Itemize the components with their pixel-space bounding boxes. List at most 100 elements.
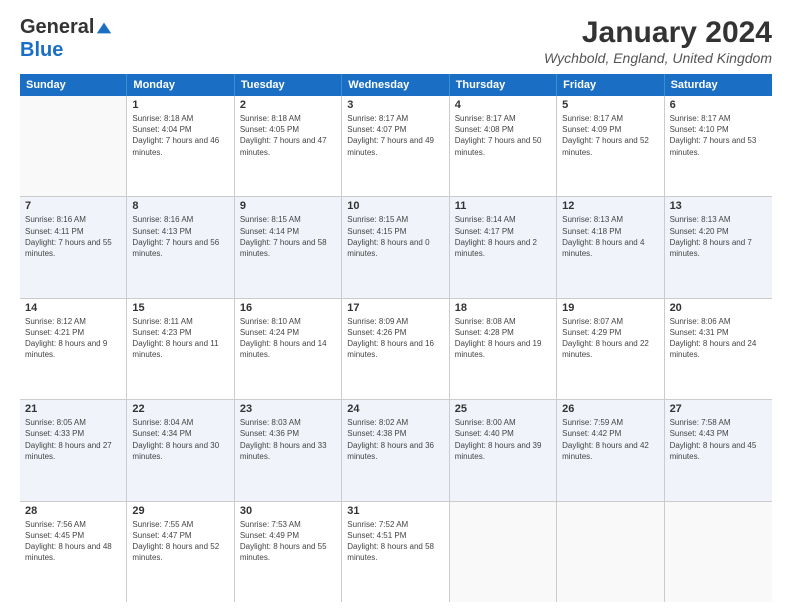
cal-cell: 2 Sunrise: 8:18 AMSunset: 4:05 PMDaylight… <box>235 96 342 196</box>
cell-info: Sunrise: 8:17 AMSunset: 4:10 PMDaylight:… <box>670 113 767 158</box>
day-number: 26 <box>562 403 658 415</box>
cell-info: Sunrise: 8:15 AMSunset: 4:14 PMDaylight:… <box>240 214 336 259</box>
day-number: 7 <box>25 200 121 212</box>
calendar: SundayMondayTuesdayWednesdayThursdayFrid… <box>20 74 772 602</box>
day-number: 25 <box>455 403 551 415</box>
day-number: 19 <box>562 302 658 314</box>
cell-info: Sunrise: 8:12 AMSunset: 4:21 PMDaylight:… <box>25 316 121 361</box>
day-number: 2 <box>240 99 336 111</box>
cal-cell: 12 Sunrise: 8:13 AMSunset: 4:18 PMDayligh… <box>557 197 664 297</box>
cell-info: Sunrise: 7:58 AMSunset: 4:43 PMDaylight:… <box>670 417 767 462</box>
cal-cell: 8Sunrise: 8:16 AMSunset: 4:13 PMDaylight… <box>127 197 234 297</box>
cal-cell <box>20 96 127 196</box>
day-number: 17 <box>347 302 443 314</box>
day-number: 4 <box>455 99 551 111</box>
month-title: January 2024 <box>544 16 772 50</box>
cal-cell: 31Sunrise: 7:52 AMSunset: 4:51 PMDayligh… <box>342 502 449 602</box>
cal-cell: 26 Sunrise: 7:59 AMSunset: 4:42 PMDayligh… <box>557 400 664 500</box>
day-number: 27 <box>670 403 767 415</box>
cal-cell: 22Sunrise: 8:04 AMSunset: 4:34 PMDayligh… <box>127 400 234 500</box>
day-number: 20 <box>670 302 767 314</box>
day-number: 23 <box>240 403 336 415</box>
cal-cell: 16Sunrise: 8:10 AMSunset: 4:24 PMDayligh… <box>235 299 342 399</box>
cal-cell: 23 Sunrise: 8:03 AMSunset: 4:36 PMDayligh… <box>235 400 342 500</box>
day-number: 30 <box>240 505 336 517</box>
day-number: 10 <box>347 200 443 212</box>
day-number: 5 <box>562 99 658 111</box>
cal-cell <box>665 502 772 602</box>
day-number: 24 <box>347 403 443 415</box>
day-number: 28 <box>25 505 121 517</box>
day-number: 6 <box>670 99 767 111</box>
day-number: 11 <box>455 200 551 212</box>
cal-cell: 5Sunrise: 8:17 AMSunset: 4:09 PMDaylight… <box>557 96 664 196</box>
day-number: 12 <box>562 200 658 212</box>
cell-info: Sunrise: 7:59 AMSunset: 4:42 PMDaylight:… <box>562 417 658 462</box>
day-number: 3 <box>347 99 443 111</box>
day-number: 1 <box>132 99 228 111</box>
logo-text: General <box>20 16 113 39</box>
logo: General Blue <box>20 16 113 62</box>
cell-info: Sunrise: 8:17 AMSunset: 4:08 PMDaylight:… <box>455 113 551 158</box>
cell-info: Sunrise: 8:13 AMSunset: 4:18 PMDaylight:… <box>562 214 658 259</box>
cal-cell: 25Sunrise: 8:00 AMSunset: 4:40 PMDayligh… <box>450 400 557 500</box>
cell-info: Sunrise: 8:18 AMSunset: 4:05 PMDaylight:… <box>240 113 336 158</box>
cell-info: Sunrise: 8:08 AMSunset: 4:28 PMDaylight:… <box>455 316 551 361</box>
cell-info: Sunrise: 8:14 AMSunset: 4:17 PMDaylight:… <box>455 214 551 259</box>
cal-cell: 30 Sunrise: 7:53 AMSunset: 4:49 PMDayligh… <box>235 502 342 602</box>
header-day-friday: Friday <box>557 74 664 96</box>
logo-general: General <box>20 16 94 39</box>
day-number: 14 <box>25 302 121 314</box>
week-row-5: 28 Sunrise: 7:56 AMSunset: 4:45 PMDayligh… <box>20 502 772 602</box>
cal-cell: 7Sunrise: 8:16 AMSunset: 4:11 PMDaylight… <box>20 197 127 297</box>
calendar-body: 1 Sunrise: 8:18 AMSunset: 4:04 PMDaylight… <box>20 96 772 602</box>
header-day-saturday: Saturday <box>665 74 772 96</box>
cell-info: Sunrise: 8:17 AMSunset: 4:07 PMDaylight:… <box>347 113 443 158</box>
header-day-sunday: Sunday <box>20 74 127 96</box>
cal-cell <box>557 502 664 602</box>
header-day-wednesday: Wednesday <box>342 74 449 96</box>
cal-cell: 28 Sunrise: 7:56 AMSunset: 4:45 PMDayligh… <box>20 502 127 602</box>
header-day-thursday: Thursday <box>450 74 557 96</box>
cal-cell: 29 Sunrise: 7:55 AMSunset: 4:47 PMDayligh… <box>127 502 234 602</box>
cell-info: Sunrise: 8:15 AMSunset: 4:15 PMDaylight:… <box>347 214 443 259</box>
cell-info: Sunrise: 8:03 AMSunset: 4:36 PMDaylight:… <box>240 417 336 462</box>
day-number: 16 <box>240 302 336 314</box>
cal-cell <box>450 502 557 602</box>
cell-info: Sunrise: 8:05 AMSunset: 4:33 PMDaylight:… <box>25 417 121 462</box>
cal-cell: 18 Sunrise: 8:08 AMSunset: 4:28 PMDayligh… <box>450 299 557 399</box>
cell-info: Sunrise: 7:52 AMSunset: 4:51 PMDaylight:… <box>347 519 443 564</box>
cal-cell: 21Sunrise: 8:05 AMSunset: 4:33 PMDayligh… <box>20 400 127 500</box>
cal-cell: 14 Sunrise: 8:12 AMSunset: 4:21 PMDayligh… <box>20 299 127 399</box>
day-number: 9 <box>240 200 336 212</box>
cal-cell: 6 Sunrise: 8:17 AMSunset: 4:10 PMDaylight… <box>665 96 772 196</box>
cell-info: Sunrise: 7:56 AMSunset: 4:45 PMDaylight:… <box>25 519 121 564</box>
day-number: 22 <box>132 403 228 415</box>
day-number: 15 <box>132 302 228 314</box>
cell-info: Sunrise: 7:55 AMSunset: 4:47 PMDaylight:… <box>132 519 228 564</box>
cal-cell: 27 Sunrise: 7:58 AMSunset: 4:43 PMDayligh… <box>665 400 772 500</box>
cell-info: Sunrise: 8:02 AMSunset: 4:38 PMDaylight:… <box>347 417 443 462</box>
cal-cell: 17Sunrise: 8:09 AMSunset: 4:26 PMDayligh… <box>342 299 449 399</box>
week-row-4: 21Sunrise: 8:05 AMSunset: 4:33 PMDayligh… <box>20 400 772 501</box>
cell-info: Sunrise: 8:18 AMSunset: 4:04 PMDaylight:… <box>132 113 228 158</box>
logo-blue-text: Blue <box>20 39 63 62</box>
cal-cell: 20Sunrise: 8:06 AMSunset: 4:31 PMDayligh… <box>665 299 772 399</box>
cal-cell: 3 Sunrise: 8:17 AMSunset: 4:07 PMDaylight… <box>342 96 449 196</box>
week-row-1: 1 Sunrise: 8:18 AMSunset: 4:04 PMDaylight… <box>20 96 772 197</box>
title-block: January 2024 Wychbold, England, United K… <box>544 16 772 66</box>
day-number: 8 <box>132 200 228 212</box>
day-number: 29 <box>132 505 228 517</box>
cal-cell: 19Sunrise: 8:07 AMSunset: 4:29 PMDayligh… <box>557 299 664 399</box>
cell-info: Sunrise: 8:13 AMSunset: 4:20 PMDaylight:… <box>670 214 767 259</box>
cell-info: Sunrise: 8:11 AMSunset: 4:23 PMDaylight:… <box>132 316 228 361</box>
location: Wychbold, England, United Kingdom <box>544 50 772 66</box>
day-number: 18 <box>455 302 551 314</box>
header-day-monday: Monday <box>127 74 234 96</box>
cell-info: Sunrise: 7:53 AMSunset: 4:49 PMDaylight:… <box>240 519 336 564</box>
cal-cell: 10 Sunrise: 8:15 AMSunset: 4:15 PMDayligh… <box>342 197 449 297</box>
page: General Blue January 2024 Wychbold, Engl… <box>0 0 792 612</box>
calendar-header: SundayMondayTuesdayWednesdayThursdayFrid… <box>20 74 772 96</box>
cal-cell: 9 Sunrise: 8:15 AMSunset: 4:14 PMDaylight… <box>235 197 342 297</box>
cal-cell: 1 Sunrise: 8:18 AMSunset: 4:04 PMDaylight… <box>127 96 234 196</box>
